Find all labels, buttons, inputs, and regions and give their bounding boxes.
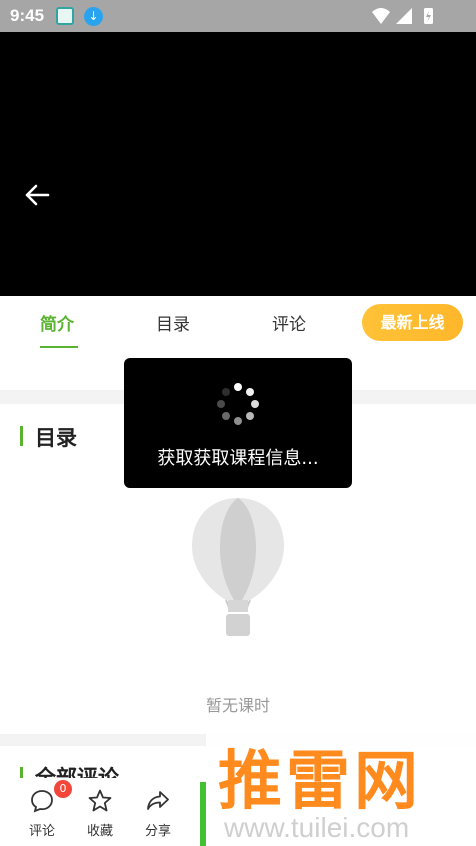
- loading-toast: 获取获取课程信息...: [124, 358, 352, 488]
- tab-active-indicator: [40, 346, 78, 348]
- notification-app-icon: [56, 7, 74, 25]
- wifi-icon: [372, 8, 390, 24]
- empty-balloon-icon: [192, 498, 284, 636]
- loading-message: 获取获取课程信息...: [157, 448, 319, 469]
- section-marker: [20, 426, 23, 446]
- latest-release-button[interactable]: 最新上线: [362, 304, 463, 341]
- comment-count-badge: 0: [54, 780, 72, 798]
- star-icon: [88, 789, 112, 812]
- share-icon: [147, 791, 169, 810]
- tab-comments[interactable]: 评论: [272, 310, 306, 335]
- signal-icon: [396, 8, 412, 24]
- share-button[interactable]: 分享: [138, 788, 178, 839]
- video-player[interactable]: [0, 32, 476, 296]
- download-icon: ↓: [84, 7, 103, 26]
- back-arrow-icon[interactable]: [22, 180, 52, 210]
- status-time: 9:45: [10, 6, 45, 25]
- tab-intro[interactable]: 简介: [40, 310, 74, 335]
- empty-catalog-text: 暂无课时: [205, 696, 270, 715]
- comment-label: 评论: [28, 824, 55, 839]
- watermark: 推雷网 www.tuilei.com: [206, 726, 476, 846]
- status-bar: 9:45 ↓: [0, 0, 476, 32]
- tab-bar: 简介 目录 评论 最新上线: [0, 296, 476, 356]
- watermark-brand: 推雷网: [218, 745, 422, 819]
- share-label: 分享: [144, 824, 171, 839]
- tab-catalog[interactable]: 目录: [156, 310, 190, 335]
- catalog-section-title: 目录: [35, 426, 77, 450]
- favorite-button[interactable]: 收藏: [80, 788, 120, 839]
- watermark-url: www.tuilei.com: [224, 812, 410, 843]
- loading-spinner-icon: [217, 383, 259, 425]
- status-icons: [372, 8, 433, 24]
- favorite-label: 收藏: [86, 824, 113, 839]
- comment-icon: [31, 790, 53, 813]
